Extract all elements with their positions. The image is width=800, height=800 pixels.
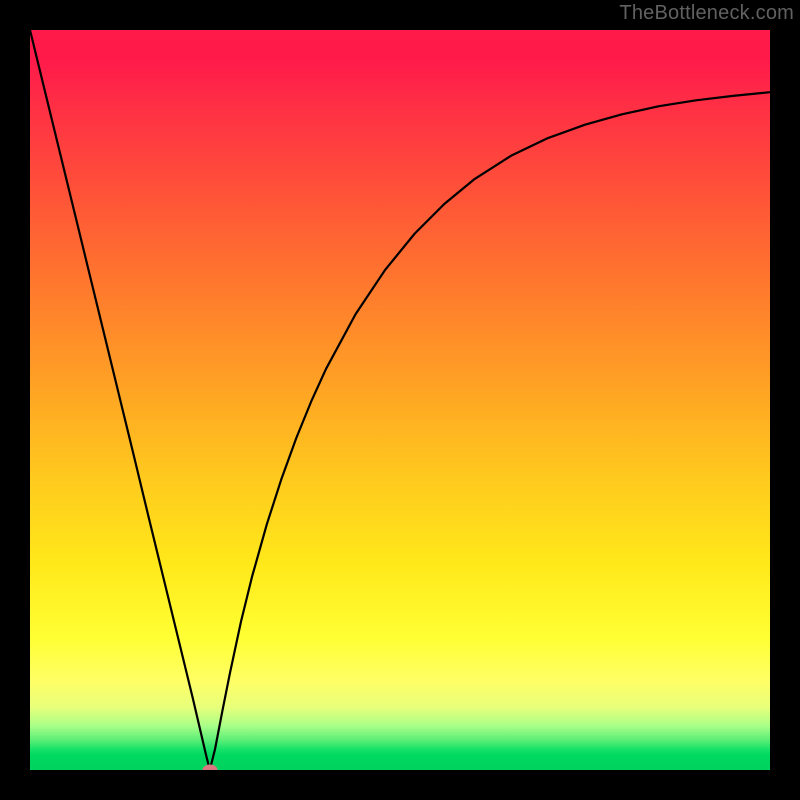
curve-line (30, 30, 770, 770)
attribution-text: TheBottleneck.com (619, 2, 794, 25)
plot-area (30, 30, 770, 770)
minimum-marker (202, 765, 217, 771)
chart-frame: TheBottleneck.com (0, 0, 800, 800)
